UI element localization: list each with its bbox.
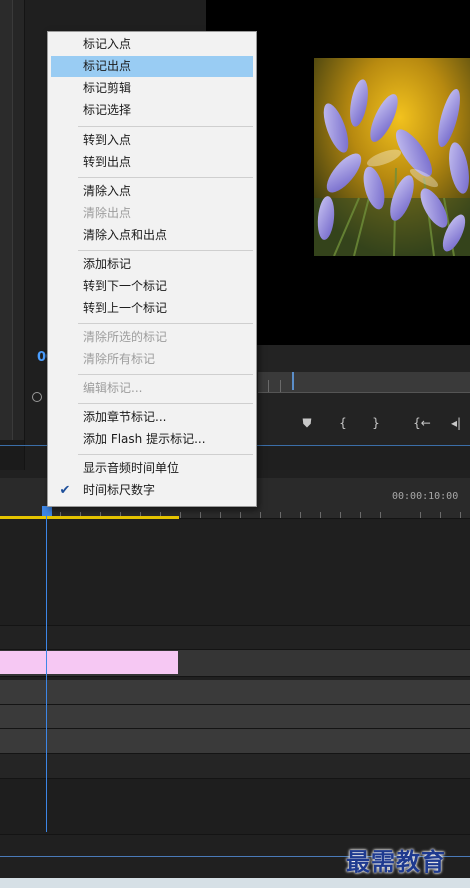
menu-separator bbox=[78, 454, 253, 455]
menu-separator bbox=[78, 323, 253, 324]
menu-item-go-to-out[interactable]: 转到出点 bbox=[51, 152, 253, 173]
checkmark-icon: ✔ bbox=[59, 483, 71, 498]
menu-item-previous-marker[interactable]: 转到上一个标记 bbox=[51, 298, 253, 319]
window-bottom-strip bbox=[0, 878, 470, 888]
video-track-v2[interactable] bbox=[0, 626, 470, 650]
video-clip[interactable] bbox=[0, 651, 178, 674]
ruler-tick bbox=[300, 512, 301, 518]
monitor-scrub-bar[interactable] bbox=[258, 372, 470, 392]
menu-item-next-marker[interactable]: 转到下一个标记 bbox=[51, 276, 253, 297]
audio-track-a1[interactable] bbox=[0, 680, 470, 705]
menu-item-mark-selection[interactable]: 标记选择 bbox=[51, 100, 253, 121]
timeline-playhead-line bbox=[46, 514, 47, 832]
go-to-in-icon[interactable]: {← bbox=[410, 413, 434, 433]
audio-track-a2[interactable] bbox=[0, 705, 470, 729]
ruler-tick bbox=[200, 512, 201, 518]
ruler-tick bbox=[320, 512, 321, 518]
step-back-icon[interactable]: ◂| bbox=[444, 413, 468, 433]
menu-item-clear-in-and-out[interactable]: 清除入点和出点 bbox=[51, 225, 253, 246]
watermark-text: 最需教育 bbox=[346, 847, 446, 876]
ruler-tick bbox=[420, 512, 421, 518]
ruler-tick bbox=[180, 512, 181, 518]
audio-track-empty[interactable] bbox=[0, 754, 470, 779]
menu-item-go-to-in[interactable]: 转到入点 bbox=[51, 130, 253, 151]
menu-item-mark-clip[interactable]: 标记剪辑 bbox=[51, 78, 253, 99]
ruler-tick bbox=[340, 512, 341, 518]
menu-separator bbox=[78, 374, 253, 375]
ruler-tick bbox=[360, 512, 361, 518]
ruler-tick bbox=[240, 512, 241, 518]
mark-in-icon[interactable]: { bbox=[333, 413, 353, 433]
monitor-scrub-baseline bbox=[258, 392, 470, 393]
menu-item-clear-out[interactable]: 清除出点 bbox=[51, 203, 253, 224]
context-menu: 标记入点 标记出点 标记剪辑 标记选择 转到入点 转到出点 清除入点 清除出点 … bbox=[47, 31, 257, 507]
mark-out-icon[interactable]: } bbox=[366, 413, 386, 433]
scrub-tick bbox=[268, 380, 269, 392]
audio-track-a3[interactable] bbox=[0, 729, 470, 754]
monitor-playhead[interactable] bbox=[292, 372, 294, 390]
menu-item-clear-in[interactable]: 清除入点 bbox=[51, 181, 253, 202]
ruler-tick bbox=[440, 512, 441, 518]
menu-separator bbox=[78, 126, 253, 127]
menu-item-clear-all-markers[interactable]: 清除所有标记 bbox=[51, 349, 253, 370]
timeline-empty-area[interactable] bbox=[0, 779, 470, 835]
menu-item-edit-marker[interactable]: 编辑标记... bbox=[51, 378, 253, 399]
menu-item-add-marker[interactable]: 添加标记 bbox=[51, 254, 253, 275]
ruler-tick bbox=[460, 512, 461, 518]
menu-item-add-flash-cue-marker[interactable]: 添加 Flash 提示标记... bbox=[51, 429, 253, 450]
ruler-tick bbox=[260, 512, 261, 518]
menu-item-time-ruler-numbers[interactable]: ✔ 时间标尺数字 bbox=[51, 480, 253, 501]
timeline-playhead-handle[interactable] bbox=[42, 506, 52, 516]
menu-item-label: 时间标尺数字 bbox=[83, 483, 156, 497]
menu-separator bbox=[78, 403, 253, 404]
menu-item-clear-selected-markers[interactable]: 清除所选的标记 bbox=[51, 327, 253, 348]
menu-item-mark-in[interactable]: 标记入点 bbox=[51, 34, 253, 55]
add-marker-icon[interactable]: ⛊ bbox=[297, 413, 317, 433]
menu-item-mark-out[interactable]: 标记出点 bbox=[51, 56, 253, 77]
ruler-tick bbox=[380, 512, 381, 518]
zoom-handle-icon[interactable] bbox=[32, 392, 42, 402]
video-frame-flower bbox=[314, 58, 470, 256]
ruler-tick bbox=[280, 512, 281, 518]
video-track-area[interactable] bbox=[0, 519, 470, 626]
menu-item-add-chapter-marker[interactable]: 添加章节标记... bbox=[51, 407, 253, 428]
source-panel bbox=[0, 0, 25, 470]
menu-item-show-audio-time-units[interactable]: 显示音频时间单位 bbox=[51, 458, 253, 479]
scrub-tick bbox=[280, 380, 281, 392]
menu-separator bbox=[78, 177, 253, 178]
ruler-timecode: 00:00:10:00 bbox=[392, 491, 459, 502]
ruler-tick bbox=[220, 512, 221, 518]
source-panel-edge bbox=[0, 0, 13, 455]
menu-separator bbox=[78, 250, 253, 251]
